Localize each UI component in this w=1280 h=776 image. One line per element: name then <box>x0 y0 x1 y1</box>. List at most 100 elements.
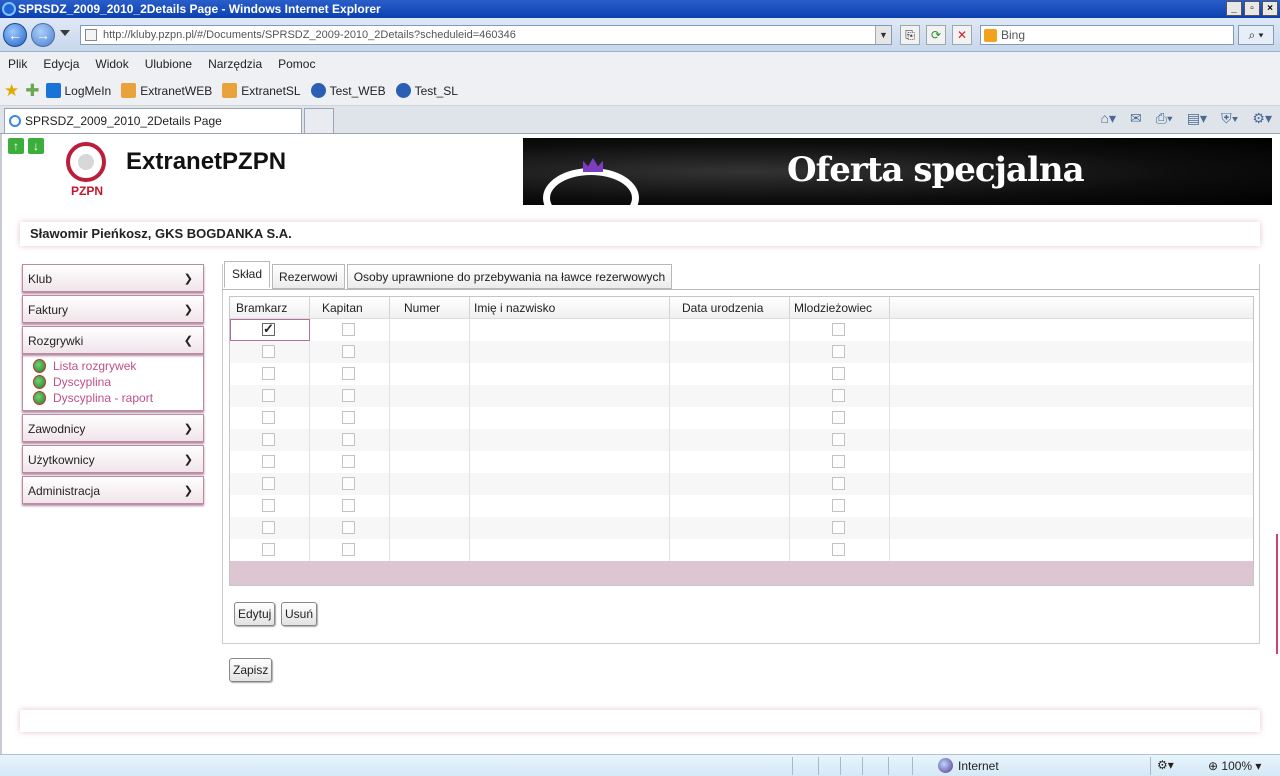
sidebar-item-zawodnicy[interactable]: Zawodnicy ❯ <box>22 414 204 442</box>
table-cell[interactable] <box>390 363 470 385</box>
table-cell[interactable] <box>470 473 670 495</box>
mlodziezowiec-checkbox[interactable] <box>832 367 845 380</box>
table-cell[interactable] <box>310 363 390 385</box>
close-window-button[interactable]: × <box>1262 1 1278 16</box>
submenu-item-dyscyplina[interactable]: Dyscyplina <box>31 374 203 390</box>
search-input[interactable]: Bing <box>980 25 1234 45</box>
bramkarz-checkbox[interactable] <box>262 477 275 490</box>
print-icon[interactable]: ⎙▾ <box>1156 110 1173 127</box>
table-cell[interactable] <box>390 429 470 451</box>
table-row[interactable] <box>230 539 1253 561</box>
col-header-mlodziezowiec[interactable]: Mlodzieżowiec <box>790 297 890 318</box>
table-cell[interactable] <box>230 451 310 473</box>
table-cell[interactable] <box>670 385 790 407</box>
table-cell[interactable] <box>790 517 890 539</box>
table-cell[interactable] <box>790 451 890 473</box>
menu-ulubione[interactable]: Ulubione <box>145 57 192 71</box>
submenu-item-dyscyplina-raport[interactable]: Dyscyplina - raport <box>31 390 203 406</box>
sidebar-item-rozgrywki[interactable]: Rozgrywki ❮ <box>22 326 204 354</box>
kapitan-checkbox[interactable] <box>342 477 355 490</box>
menu-pomoc[interactable]: Pomoc <box>278 57 315 71</box>
table-cell[interactable] <box>390 495 470 517</box>
table-cell[interactable] <box>670 451 790 473</box>
delete-button[interactable]: Usuń <box>281 602 318 626</box>
add-favorite-icon[interactable]: ✚ <box>25 81 39 101</box>
bramkarz-checkbox[interactable] <box>262 389 275 402</box>
table-cell[interactable] <box>390 319 470 341</box>
kapitan-checkbox[interactable] <box>342 367 355 380</box>
refresh-button[interactable]: ⟳ <box>926 25 946 45</box>
table-cell[interactable] <box>230 319 310 341</box>
bramkarz-checkbox[interactable] <box>262 499 275 512</box>
mlodziezowiec-checkbox[interactable] <box>832 499 845 512</box>
table-row[interactable] <box>230 319 1253 341</box>
table-cell[interactable] <box>470 429 670 451</box>
table-cell[interactable] <box>670 319 790 341</box>
back-button[interactable]: ← <box>3 23 27 47</box>
table-cell[interactable] <box>230 363 310 385</box>
arrow-down-icon[interactable]: ↓ <box>28 138 44 154</box>
new-tab-button[interactable] <box>304 108 334 133</box>
table-cell[interactable] <box>470 539 670 561</box>
sidebar-item-uzytkownicy[interactable]: Użytkownicy ❯ <box>22 445 204 473</box>
table-row[interactable] <box>230 363 1253 385</box>
table-cell[interactable] <box>670 363 790 385</box>
table-row[interactable] <box>230 407 1253 429</box>
promo-banner[interactable]: Oferta specjalna <box>523 138 1273 205</box>
table-cell[interactable] <box>390 473 470 495</box>
table-cell[interactable] <box>390 341 470 363</box>
table-cell[interactable] <box>310 385 390 407</box>
table-cell[interactable] <box>230 429 310 451</box>
table-cell[interactable] <box>230 517 310 539</box>
kapitan-checkbox[interactable] <box>342 433 355 446</box>
mlodziezowiec-checkbox[interactable] <box>832 345 845 358</box>
feeds-icon[interactable]: ✉ <box>1130 110 1142 127</box>
table-row[interactable] <box>230 517 1253 539</box>
history-dropdown-icon[interactable] <box>60 30 70 36</box>
table-cell[interactable] <box>670 517 790 539</box>
table-cell[interactable] <box>310 517 390 539</box>
table-row[interactable] <box>230 451 1253 473</box>
table-cell[interactable] <box>790 319 890 341</box>
minimize-button[interactable]: _ <box>1226 1 1242 16</box>
mlodziezowiec-checkbox[interactable] <box>832 521 845 534</box>
security-zone[interactable]: Internet <box>938 757 999 775</box>
table-cell[interactable] <box>470 319 670 341</box>
table-cell[interactable] <box>670 539 790 561</box>
table-cell[interactable] <box>310 341 390 363</box>
table-cell[interactable] <box>230 385 310 407</box>
kapitan-checkbox[interactable] <box>342 543 355 556</box>
tab-osoby-uprawnione[interactable]: Osoby uprawnione do przebywania na ławce… <box>346 264 673 289</box>
menu-plik[interactable]: Plik <box>8 57 27 71</box>
menu-widok[interactable]: Widok <box>95 57 128 71</box>
favorite-test-web[interactable]: Test_WEB <box>310 83 386 98</box>
tab-sklad[interactable]: Skład <box>224 261 271 288</box>
table-cell[interactable] <box>390 517 470 539</box>
table-cell[interactable] <box>470 363 670 385</box>
col-header-bramkarz[interactable]: Bramkarz <box>230 297 310 318</box>
page-menu-icon[interactable]: ▤▾ <box>1187 110 1207 127</box>
table-cell[interactable] <box>310 407 390 429</box>
kapitan-checkbox[interactable] <box>342 499 355 512</box>
table-cell[interactable] <box>470 407 670 429</box>
mlodziezowiec-checkbox[interactable] <box>832 455 845 468</box>
edit-button[interactable]: Edytuj <box>234 602 276 626</box>
table-cell[interactable] <box>310 495 390 517</box>
table-cell[interactable] <box>390 385 470 407</box>
save-button[interactable]: Zapisz <box>229 658 273 682</box>
kapitan-checkbox[interactable] <box>342 323 355 336</box>
table-cell[interactable] <box>390 407 470 429</box>
submenu-item-lista-rozgrywek[interactable]: Lista rozgrywek <box>31 358 203 374</box>
table-cell[interactable] <box>310 451 390 473</box>
favorite-extranetsl[interactable]: ExtranetSL <box>222 83 301 98</box>
tab-rezerwowi[interactable]: Rezerwowi <box>272 264 345 289</box>
table-cell[interactable] <box>310 539 390 561</box>
kapitan-checkbox[interactable] <box>342 455 355 468</box>
table-cell[interactable] <box>470 385 670 407</box>
table-cell[interactable] <box>230 495 310 517</box>
bramkarz-checkbox[interactable] <box>262 521 275 534</box>
col-header-data-urodzenia[interactable]: Data urodzenia <box>670 297 790 318</box>
favorites-star-icon[interactable]: ★ <box>4 81 19 101</box>
bramkarz-checkbox[interactable] <box>262 411 275 424</box>
bramkarz-checkbox[interactable] <box>262 433 275 446</box>
